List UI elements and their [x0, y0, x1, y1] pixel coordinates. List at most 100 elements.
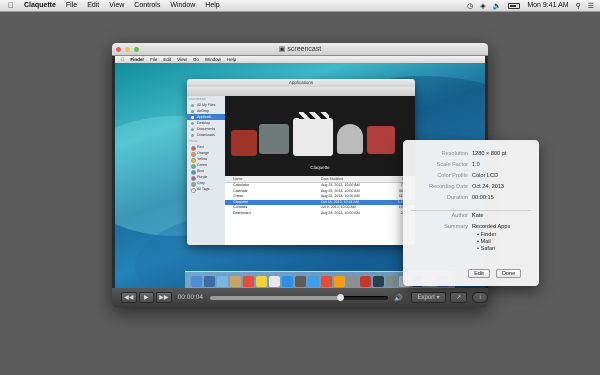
done-button[interactable]: Done [496, 269, 521, 278]
dock-app-icon [204, 276, 215, 287]
info-row: Duration 00:00:15 [403, 194, 539, 202]
skip-back-button[interactable]: ◀◀ [121, 292, 137, 303]
summary-key: Summary [444, 224, 468, 230]
info-value: 00:00:15 [472, 195, 494, 201]
info-value: Oct 24, 2013 [472, 184, 505, 190]
downloads-icon [191, 133, 194, 137]
dock-app-icon [217, 276, 228, 287]
info-button[interactable]: i [472, 292, 488, 303]
document-icon: ▣ [278, 46, 286, 53]
file-date: Aug 25, 2013, 10:00 AM [321, 210, 360, 215]
wifi-icon[interactable]: ◈ [480, 2, 485, 10]
dock-app-icon [373, 276, 384, 287]
recorded-menu-item: File [146, 57, 157, 62]
recorded-menu-item: View [173, 57, 187, 62]
info-icon: i [479, 294, 481, 301]
spotlight-search-icon[interactable]: ⚲ [576, 2, 581, 10]
finder-title: Applications [187, 79, 415, 87]
file-rows: CalculatorAug 25, 2013, 10:00 AM7 MBCale… [225, 183, 415, 217]
menu-controls[interactable]: Controls [134, 2, 160, 9]
dock-app-icon [334, 276, 345, 287]
info-key: Duration [446, 195, 468, 201]
time-machine-icon[interactable]: ◷ [467, 2, 473, 10]
recorded-apple-icon:  [121, 57, 124, 62]
menu-help[interactable]: Help [205, 2, 219, 9]
menu-window[interactable]: Window [170, 2, 195, 9]
microphone-icon [337, 124, 363, 154]
file-name: Dashboard [233, 210, 251, 215]
dock-app-icon [347, 276, 358, 287]
info-row: Resolution 1280 × 800 pt [403, 150, 539, 158]
clapperboard-stripes [299, 112, 329, 119]
recorded-menu-item: Window [201, 57, 221, 62]
author-key: Author [451, 213, 468, 219]
info-row: Recording Date Oct 24, 2013 [403, 183, 539, 191]
timeline-scrubber[interactable] [210, 293, 389, 301]
edit-button[interactable]: Edit [468, 269, 490, 278]
dock-app-icon [282, 276, 293, 287]
author-row: Author Kate [403, 212, 539, 220]
clapperboard-icon [293, 118, 333, 156]
battery-icon[interactable] [508, 2, 521, 9]
dock-app-icon [321, 276, 332, 287]
skip-forward-button[interactable]: ▶▶ [156, 292, 172, 303]
recorded-menu-bar:  Finder File Edit View Go Window Help [115, 56, 485, 63]
player-title-text: screencast [287, 46, 322, 53]
menu-clock[interactable]: Mon 9:41 AM [527, 2, 568, 9]
info-key: Color Profile [437, 173, 468, 179]
playback-controls: ◀◀ ▶ ▶▶ 00:00:04 🔊 Export ▾ ↗ i [112, 288, 488, 307]
cover-flow-label: Claquette [310, 165, 330, 170]
dock-app-icon [191, 276, 202, 287]
menu-bar:  Claquette File Edit View Controls Wind… [0, 0, 600, 12]
info-row: Color Profile Color LCD [403, 172, 539, 180]
column-date: Date Modified [321, 177, 344, 181]
play-button[interactable]: ▶ [138, 292, 155, 303]
apple-icon[interactable]:  [6, 1, 16, 10]
timeline-knob[interactable] [336, 293, 344, 301]
current-time: 00:00:04 [177, 294, 203, 301]
recorded-finder-window: Applications FAVORITES All My Files AirD… [187, 79, 415, 245]
share-button[interactable]: ↗ [449, 292, 468, 303]
menu-edit[interactable]: Edit [87, 2, 99, 9]
skip-back-icon: ◀◀ [124, 295, 134, 301]
summary-item-text: • Safari [477, 246, 496, 252]
volume-icon[interactable]: 🔊 [394, 294, 403, 302]
applications-icon [191, 115, 194, 119]
info-key: Scale Factor [436, 162, 468, 168]
tag-color-icon [191, 187, 196, 193]
play-icon: ▶ [144, 295, 149, 301]
author-value[interactable]: Kate [472, 212, 484, 220]
dock-app-icon [230, 276, 241, 287]
desktop-icon [191, 121, 194, 125]
player-title: ▣ screencast [112, 45, 488, 53]
summary-row: Summary Recorded Apps [403, 223, 539, 231]
finder-sidebar: FAVORITES All My Files AirDrop Applicati… [187, 96, 225, 245]
list-header: Name Date Modified Size [225, 176, 415, 183]
export-button[interactable]: Export ▾ [410, 292, 446, 303]
menu-view[interactable]: View [109, 2, 124, 9]
info-value: Color LCD [472, 173, 499, 179]
divider [411, 210, 531, 211]
volume-icon[interactable]: 🔈 [493, 2, 502, 10]
column-name: Name [233, 177, 243, 181]
timeline-progress [210, 295, 341, 300]
info-row: Scale Factor 1.0 [403, 161, 539, 169]
tag-item: All Tags... [187, 186, 225, 193]
dock-app-icon [360, 276, 371, 287]
dock-app-icon [295, 276, 306, 287]
recorded-menu-item: Go [189, 57, 199, 62]
cover-flow-app-icon [367, 126, 395, 154]
menu-file[interactable]: File [66, 2, 77, 9]
menu-app-name[interactable]: Claquette [24, 2, 56, 9]
info-key: Recording Date [429, 184, 468, 190]
cover-flow-app-icon [231, 130, 257, 156]
info-value: 1.0 [472, 162, 480, 168]
summary-item: • Safari [403, 245, 539, 253]
documents-icon [191, 127, 194, 131]
finder-file-list: Name Date Modified Size CalculatorAug 25… [225, 176, 415, 245]
player-title-bar: ▣ screencast [112, 43, 488, 56]
file-row: DashboardAug 25, 2013, 10:00 AM2 MB [225, 211, 415, 217]
dock-app-icon [243, 276, 254, 287]
notification-center-icon[interactable]: ☰ [588, 2, 594, 10]
recorded-menu-item: Help [223, 57, 236, 62]
